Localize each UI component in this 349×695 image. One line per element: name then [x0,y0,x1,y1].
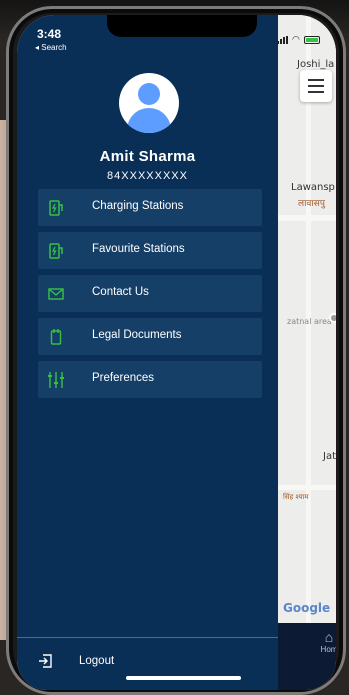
signal-icon [277,35,288,44]
battery-icon [303,35,320,44]
navigation-drawer: Amit Sharma 84XXXXXXXX Charging Stations [17,15,278,690]
menu-item-favourite-stations[interactable]: Favourite Stations [38,232,262,269]
menu-item-label: Charging Stations [92,200,184,212]
menu-item-label: Favourite Stations [92,243,185,255]
menu-item-preferences[interactable]: Preferences [38,361,262,398]
map-label-jat-hindi: सिंह श्याम [283,493,309,501]
map-road [278,485,336,490]
phone-screen: Joshi_la Lawansp लावासपु zatnal area Jat… [17,15,336,690]
ev-station-icon [47,242,65,260]
hamburger-icon [308,85,324,87]
user-name: Amit Sharma [99,148,196,165]
notch [107,15,257,37]
map-label-jat: Jat [323,451,336,462]
tab-home[interactable]: ⌂ Hom [317,629,336,654]
ev-station-icon [47,199,65,217]
map-pin-icon[interactable] [329,313,336,323]
menu-item-charging-stations[interactable]: Charging Stations [38,189,262,226]
map-label-lawansp-hindi: लावासपु [298,199,325,209]
hamburger-icon [308,91,324,93]
user-phone: 84XXXXXXXX [107,170,188,182]
home-icon: ⌂ [324,629,334,645]
menu-item-label: Legal Documents [92,329,182,341]
avatar-head [138,83,160,105]
avatar[interactable] [119,73,179,133]
map-label-zatnal: zatnal area [287,317,332,326]
status-time: 3:48 [37,27,62,41]
google-logo: Google [283,601,331,615]
logout-icon [37,653,53,669]
document-icon [47,328,65,346]
menu-item-contact-us[interactable]: Contact Us [38,275,262,312]
logout-divider [17,637,278,638]
logout-label: Logout [79,655,115,667]
map-label-joshi: Joshi_la [297,59,335,70]
home-indicator[interactable] [126,676,241,680]
menu-item-legal-documents[interactable]: Legal Documents [38,318,262,355]
back-to-search-link[interactable]: ◂ Search [35,43,67,52]
status-bar: 3:48 ◂ Search ◠ [17,15,336,59]
tab-home-label: Hom [320,645,336,654]
menu-item-label: Contact Us [92,286,149,298]
logout-button[interactable]: Logout [37,651,157,671]
map-label-lawansp: Lawansp [291,182,335,193]
hamburger-icon [308,79,324,81]
status-indicators: ◠ [277,34,320,45]
avatar-body [127,108,171,133]
sliders-icon [47,371,65,389]
mail-icon [47,285,65,303]
wifi-icon: ◠ [292,34,300,44]
hamburger-menu-button[interactable] [300,70,332,102]
drawer-menu: Charging Stations Favourite Stations Con… [38,189,262,398]
menu-item-label: Preferences [92,372,155,384]
